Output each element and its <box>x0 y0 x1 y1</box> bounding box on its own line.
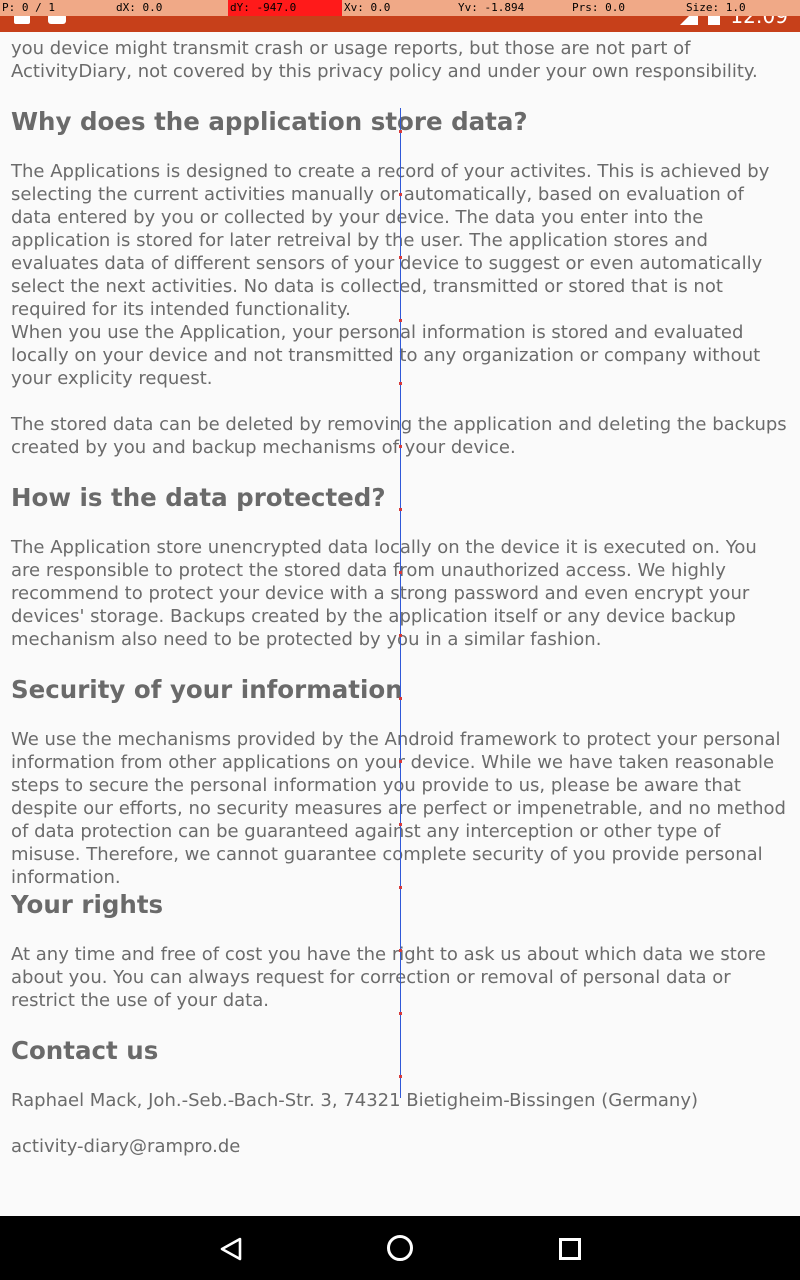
contact-email[interactable]: activity-diary@rampro.de <box>11 1135 789 1158</box>
trace-dot <box>399 508 402 511</box>
pointer-dy: dY: -947.0 <box>228 0 342 16</box>
navigation-bar <box>0 1216 800 1280</box>
section-heading-contact: Contact us <box>11 1036 159 1065</box>
home-circle-icon[interactable] <box>387 1235 413 1261</box>
recents-square-icon[interactable] <box>559 1238 581 1260</box>
pointer-dx: dX: 0.0 <box>116 1 163 14</box>
trace-dot <box>399 319 402 322</box>
trace-dot <box>399 382 402 385</box>
pointer-count: P: 0 / 1 <box>2 1 55 14</box>
section-heading-data-protection: How is the data protected? <box>11 483 386 512</box>
pointer-location-overlay: P: 0 / 1 dX: 0.0 dY: -947.0 Xv: 0.0 Yv: … <box>0 0 800 16</box>
trace-dot <box>399 1012 402 1015</box>
trace-dot <box>399 445 402 448</box>
section-heading-security: Security of your information <box>11 675 403 704</box>
trace-dot <box>399 1075 402 1078</box>
section-heading-why-store: Why does the application store data? <box>11 107 528 136</box>
trace-dot <box>399 823 402 826</box>
pointer-yv: Yv: -1.894 <box>458 1 525 14</box>
trace-dot <box>399 256 402 259</box>
trace-dot <box>399 634 402 637</box>
trace-dot <box>399 193 402 196</box>
section-heading-your-rights: Your rights <box>11 890 164 919</box>
trace-dot <box>399 760 402 763</box>
trace-dot <box>399 697 402 700</box>
trace-dot <box>399 886 402 889</box>
pointer-pressure: Prs: 0.0 <box>572 1 625 14</box>
intro-paragraph: you device might transmit crash or usage… <box>11 38 758 82</box>
pointer-xv: Xv: 0.0 <box>344 1 391 14</box>
trace-dot <box>399 571 402 574</box>
back-triangle-icon[interactable] <box>218 1236 244 1262</box>
pointer-size: Size: 1.0 <box>686 1 746 14</box>
trace-dot <box>399 130 402 133</box>
trace-dot <box>399 949 402 952</box>
